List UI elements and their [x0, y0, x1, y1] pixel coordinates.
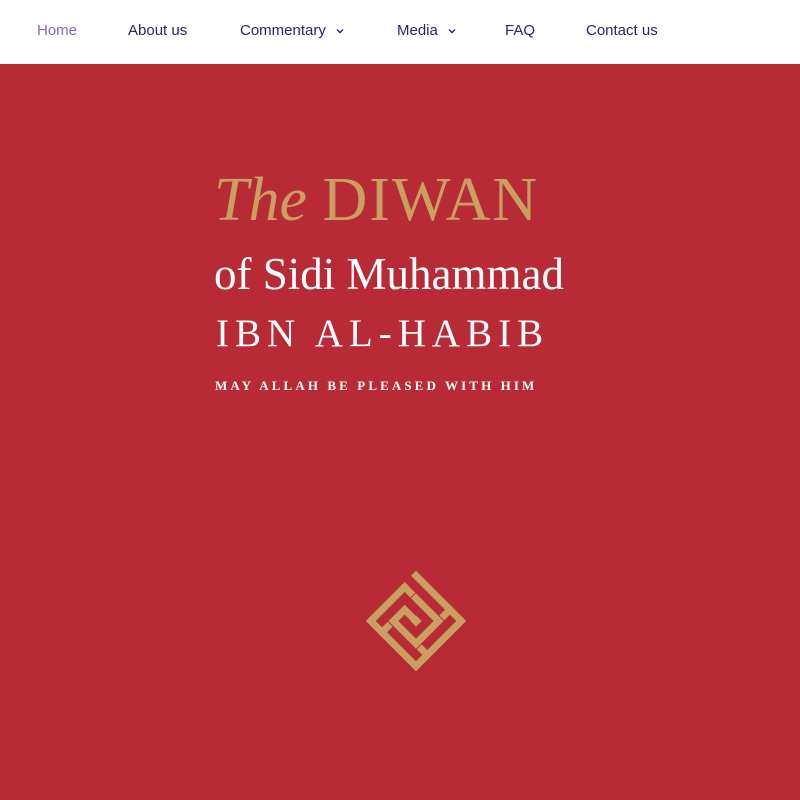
- nav-item-label: About us: [128, 22, 188, 39]
- nav-item-label: FAQ: [505, 22, 536, 39]
- author-name: IBN AL-HABIB: [216, 312, 550, 355]
- hero-banner: The DIWAN of Sidi Muhammad IBN AL-HABIB …: [0, 64, 800, 800]
- nav-item-label: Contact us: [586, 22, 658, 39]
- blessing-text: MAY ALLAH BE PLEASED WITH HIM: [215, 378, 538, 393]
- nav-item-label: Commentary: [240, 22, 326, 39]
- nav-item-home[interactable]: Home: [37, 21, 77, 41]
- nav-item-contact-us[interactable]: Contact us: [586, 21, 658, 41]
- chevron-down-icon: [448, 27, 456, 35]
- nav-item-about-us[interactable]: About us: [128, 21, 187, 41]
- title-diwan: DIWAN: [322, 166, 540, 234]
- nav-item-media[interactable]: Media: [397, 21, 456, 41]
- subtitle: of Sidi Muhammad: [214, 249, 564, 299]
- chevron-down-icon: [336, 27, 344, 35]
- nav-item-label: Media: [397, 22, 438, 39]
- kufic-calligraphy-emblem-icon: [356, 561, 476, 681]
- title-the: The: [214, 166, 307, 234]
- top-navigation: Home About us Commentary Media FAQ Conta…: [0, 0, 800, 64]
- title-line: The DIWAN: [214, 169, 539, 231]
- nav-item-faq[interactable]: FAQ: [505, 21, 535, 41]
- nav-item-commentary[interactable]: Commentary: [240, 21, 344, 41]
- nav-item-label: Home: [37, 22, 78, 39]
